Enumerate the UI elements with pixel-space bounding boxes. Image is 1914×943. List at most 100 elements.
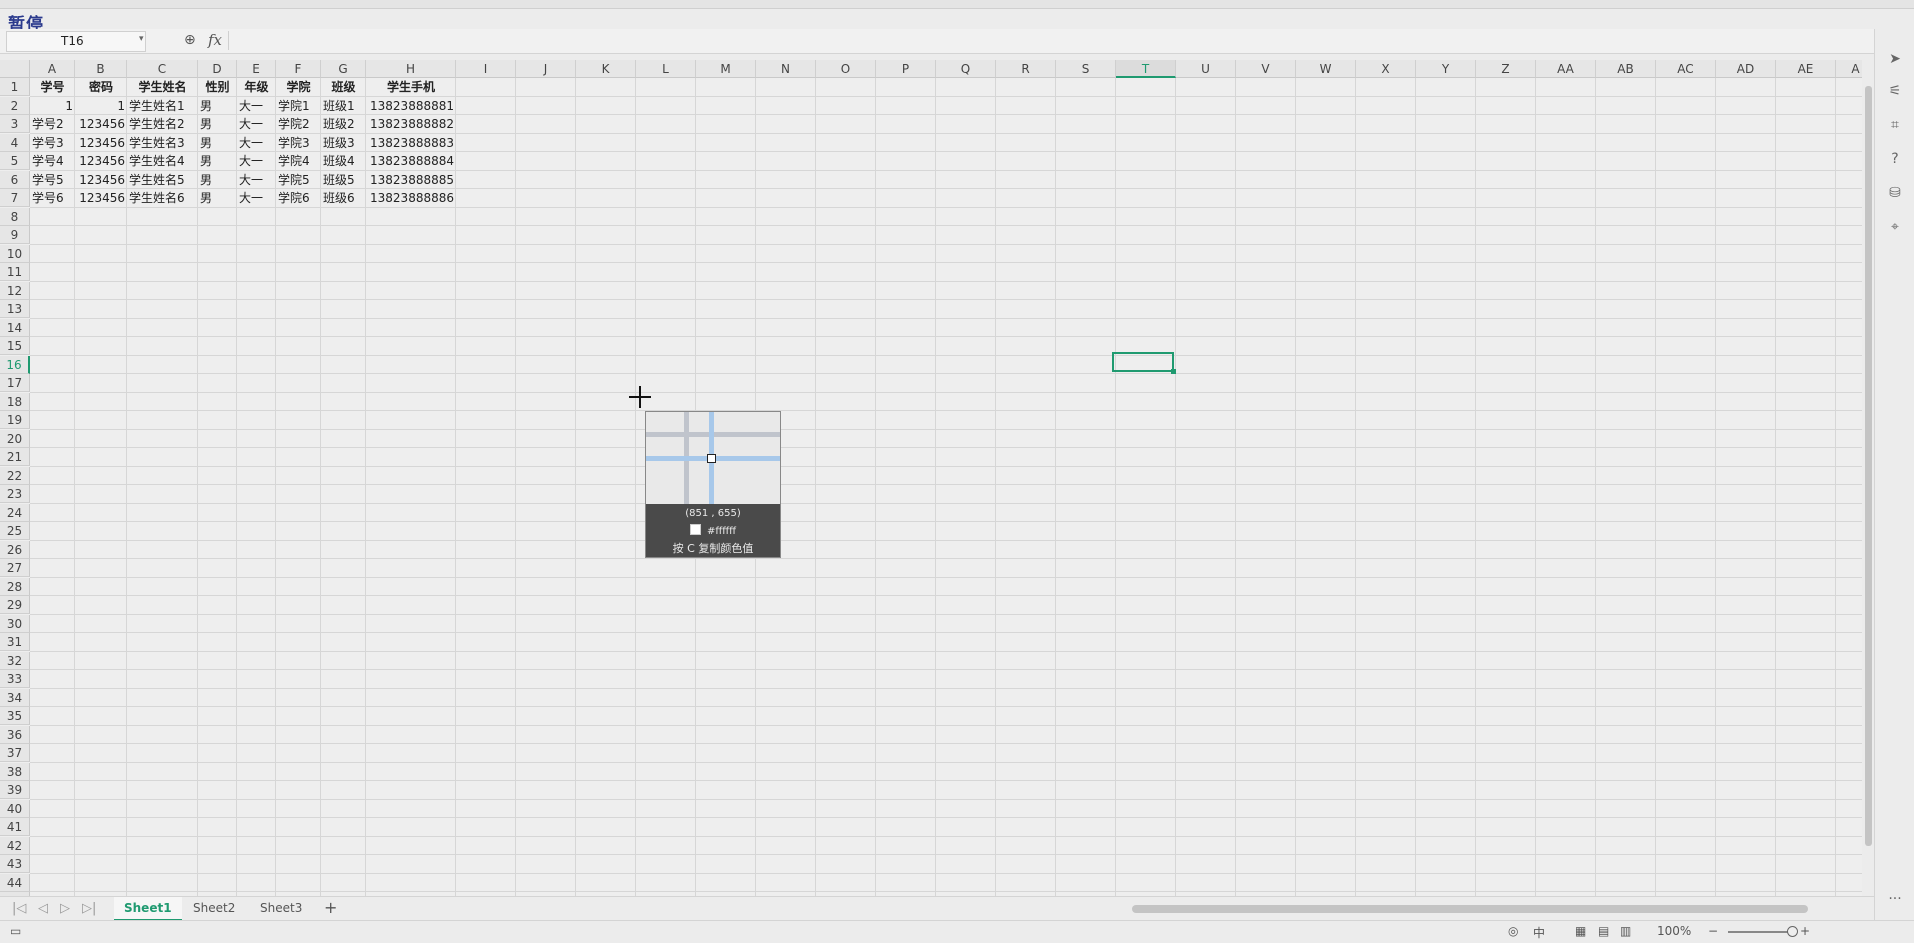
table-cell[interactable]: 学院4 <box>276 152 321 170</box>
table-cell[interactable]: 班级5 <box>321 171 366 189</box>
row-header-44[interactable]: 44 <box>0 873 30 892</box>
row-header-5[interactable]: 5 <box>0 152 30 170</box>
row-header-40[interactable]: 40 <box>0 799 30 818</box>
table-header-cell[interactable]: 班级 <box>321 78 366 96</box>
table-cell[interactable]: 班级3 <box>321 134 366 152</box>
row-header-24[interactable]: 24 <box>0 503 30 522</box>
table-cell[interactable]: 13823888885 <box>366 171 456 189</box>
spreadsheet-grid[interactable]: A B C D E F G H I J K L M N O P Q R S T U V W X Y Z AA AB AC AD AE A 1 2 3… <box>0 60 1862 896</box>
formula-input[interactable] <box>228 31 1875 50</box>
table-cell[interactable]: 1 <box>75 97 127 115</box>
row-header-31[interactable]: 31 <box>0 633 30 651</box>
first-sheet-icon[interactable]: |◁ <box>12 901 26 916</box>
column-header-W[interactable]: W <box>1296 60 1356 78</box>
table-cell[interactable]: 13823888881 <box>366 97 456 115</box>
fx-label[interactable]: fx <box>208 31 222 49</box>
table-cell[interactable]: 学生姓名5 <box>127 171 198 189</box>
table-cell[interactable]: 学院1 <box>276 97 321 115</box>
table-cell[interactable]: 13823888884 <box>366 152 456 170</box>
row-header-33[interactable]: 33 <box>0 670 30 688</box>
help-icon[interactable]: ? <box>1887 151 1903 167</box>
row-header-25[interactable]: 25 <box>0 522 30 540</box>
row-header-29[interactable]: 29 <box>0 596 30 614</box>
table-cell[interactable]: 123456 <box>75 189 127 207</box>
row-header-34[interactable]: 34 <box>0 688 30 707</box>
macro-icon[interactable]: ▭ <box>10 924 21 938</box>
table-cell[interactable]: 13823888883 <box>366 134 456 152</box>
column-header-F[interactable]: F <box>276 60 321 78</box>
table-cell[interactable]: 学院2 <box>276 115 321 133</box>
row-header-27[interactable]: 27 <box>0 559 30 577</box>
row-header-23[interactable]: 23 <box>0 485 30 503</box>
table-cell[interactable]: 13823888882 <box>366 115 456 133</box>
prev-sheet-icon[interactable]: ◁ <box>38 901 48 916</box>
name-box[interactable]: T16 ▾ <box>6 31 146 52</box>
table-cell[interactable]: 大一 <box>237 189 276 207</box>
row-header-14[interactable]: 14 <box>0 318 30 337</box>
zoom-in-icon[interactable]: + <box>1800 924 1810 938</box>
sliders-icon[interactable]: ⚟ <box>1887 83 1903 99</box>
vertical-scroll-thumb[interactable] <box>1865 86 1872 846</box>
table-cell[interactable]: 123456 <box>75 115 127 133</box>
table-cell[interactable]: 班级6 <box>321 189 366 207</box>
column-header-AD[interactable]: AD <box>1716 60 1776 78</box>
tab-sheet2[interactable]: Sheet2 <box>183 897 245 919</box>
table-cell[interactable]: 学生姓名2 <box>127 115 198 133</box>
column-header-S[interactable]: S <box>1056 60 1116 78</box>
row-header-10[interactable]: 10 <box>0 244 30 263</box>
column-header-A[interactable]: A <box>30 60 75 78</box>
row-header-6[interactable]: 6 <box>0 170 30 189</box>
row-header-2[interactable]: 2 <box>0 96 30 115</box>
table-cell[interactable]: 123456 <box>75 152 127 170</box>
column-header-AB[interactable]: AB <box>1596 60 1656 78</box>
table-cell[interactable]: 学号6 <box>30 189 75 207</box>
select-all-corner[interactable] <box>0 60 30 78</box>
column-header-G[interactable]: G <box>321 60 366 78</box>
row-header-11[interactable]: 11 <box>0 263 30 281</box>
table-cell[interactable]: 大一 <box>237 134 276 152</box>
row-header-15[interactable]: 15 <box>0 337 30 355</box>
column-header-D[interactable]: D <box>198 60 237 78</box>
active-cell-T16[interactable] <box>1112 352 1176 374</box>
more-icon[interactable]: ··· <box>1887 891 1903 907</box>
table-cell[interactable]: 男 <box>198 189 237 207</box>
column-header-R[interactable]: R <box>996 60 1056 78</box>
zoom-level[interactable]: 100% <box>1657 924 1691 938</box>
row-header-3[interactable]: 3 <box>0 115 30 133</box>
row-header-12[interactable]: 12 <box>0 281 30 300</box>
row-header-39[interactable]: 39 <box>0 781 30 799</box>
row-header-18[interactable]: 18 <box>0 392 30 411</box>
table-header-cell[interactable]: 学生姓名 <box>127 78 198 96</box>
zoom-out-icon[interactable]: − <box>1708 924 1718 938</box>
chevron-down-icon[interactable]: ▾ <box>139 34 144 44</box>
horizontal-scrollbar[interactable] <box>1120 904 1840 914</box>
tab-sheet3[interactable]: Sheet3 <box>250 897 312 919</box>
table-cell[interactable]: 学生姓名1 <box>127 97 198 115</box>
row-header-9[interactable]: 9 <box>0 226 30 244</box>
row-header-43[interactable]: 43 <box>0 855 30 873</box>
column-header-N[interactable]: N <box>756 60 816 78</box>
row-header-21[interactable]: 21 <box>0 448 30 466</box>
table-cell[interactable]: 学生姓名4 <box>127 152 198 170</box>
column-header-V[interactable]: V <box>1236 60 1296 78</box>
table-cell[interactable]: 男 <box>198 134 237 152</box>
row-header-16[interactable]: 16 <box>0 355 30 374</box>
column-header-B[interactable]: B <box>75 60 127 78</box>
column-header-X[interactable]: X <box>1356 60 1416 78</box>
row-header-36[interactable]: 36 <box>0 725 30 744</box>
column-header-L[interactable]: L <box>636 60 696 78</box>
column-header-A[interactable]: A <box>1836 60 1862 78</box>
table-cell[interactable]: 学号3 <box>30 134 75 152</box>
next-sheet-icon[interactable]: ▷ <box>60 901 70 916</box>
table-cell[interactable]: 班级4 <box>321 152 366 170</box>
column-header-P[interactable]: P <box>876 60 936 78</box>
pointer-icon[interactable]: ➤ <box>1887 51 1903 67</box>
row-header-19[interactable]: 19 <box>0 411 30 429</box>
row-header-20[interactable]: 20 <box>0 429 30 448</box>
location-icon[interactable]: ⌖ <box>1887 219 1903 235</box>
table-cell[interactable]: 学生姓名3 <box>127 134 198 152</box>
column-header-Y[interactable]: Y <box>1416 60 1476 78</box>
table-cell[interactable]: 学院6 <box>276 189 321 207</box>
column-header-J[interactable]: J <box>516 60 576 78</box>
column-header-AA[interactable]: AA <box>1536 60 1596 78</box>
